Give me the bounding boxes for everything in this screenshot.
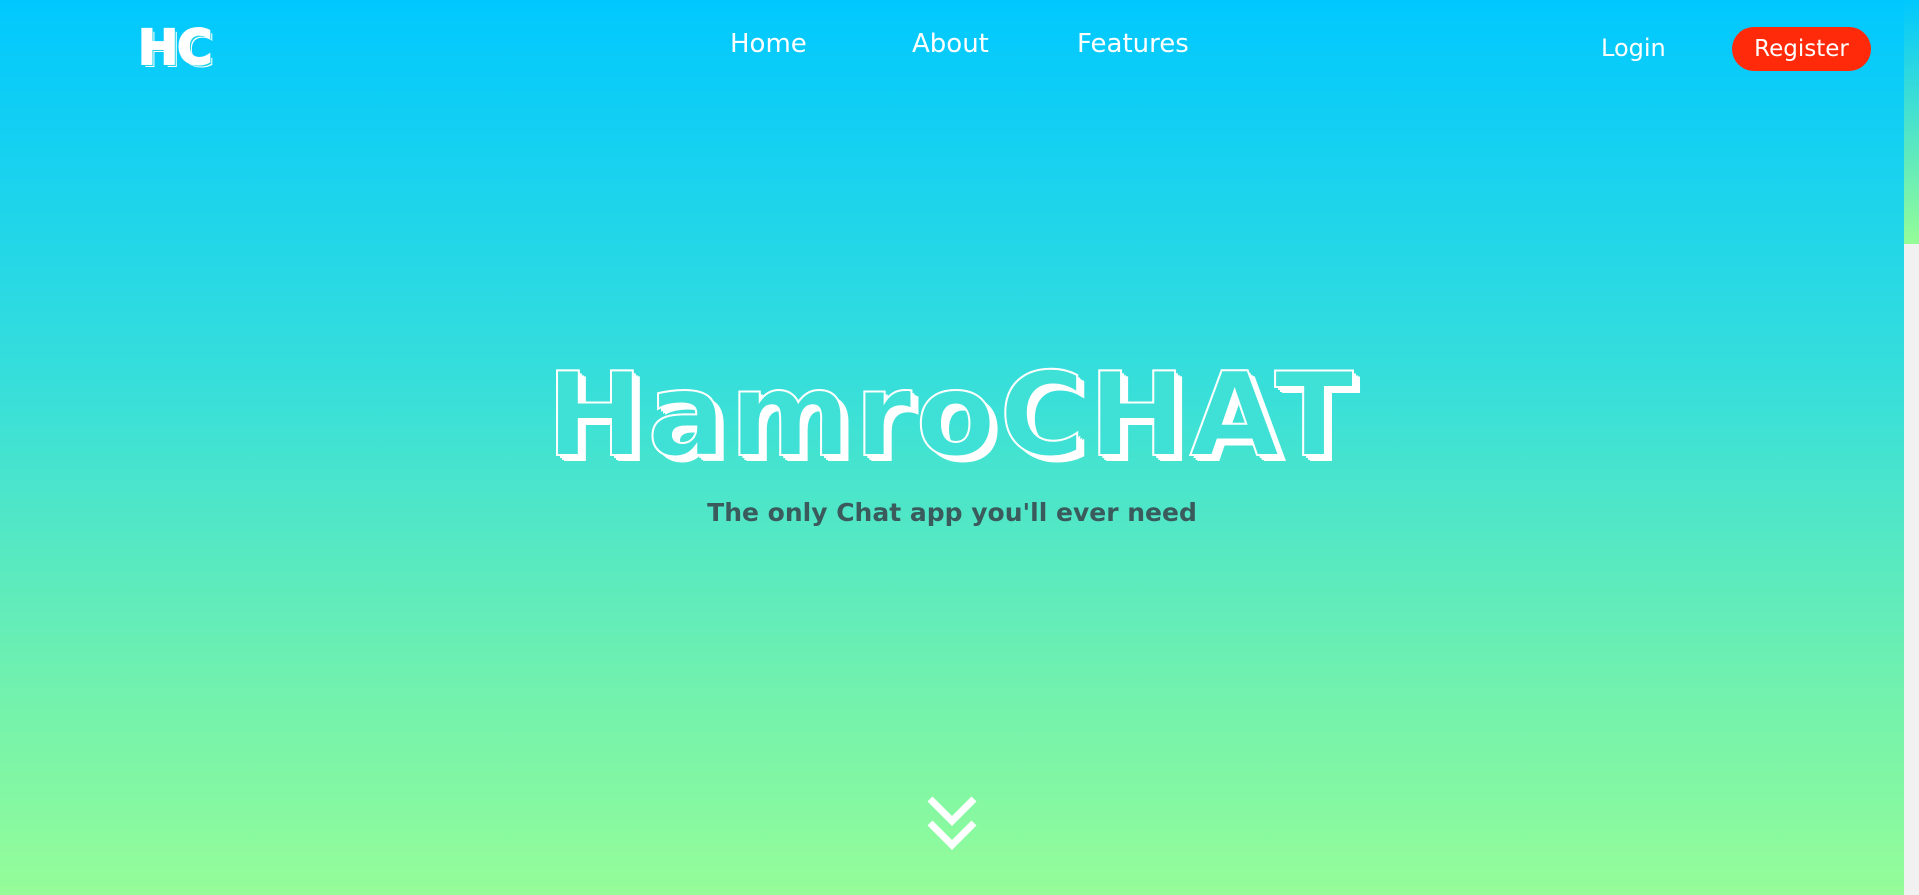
register-button[interactable]: Register (1732, 27, 1871, 71)
hero-section: HC Home About Features Login Register Ha… (0, 0, 1904, 895)
scrollbar-thumb[interactable] (1904, 0, 1919, 244)
hero-subtitle: The only Chat app you'll ever need (707, 498, 1197, 527)
page-scrollbar[interactable] (1904, 0, 1919, 895)
hero-title: HamroCHAT (545, 348, 1358, 483)
login-link[interactable]: Login (1601, 36, 1666, 60)
nav-features-link[interactable]: Features (1077, 31, 1189, 57)
double-chevron-down-icon[interactable] (926, 795, 978, 851)
logo[interactable]: HC (137, 23, 213, 73)
nav-home-link[interactable]: Home (730, 31, 807, 57)
nav-about-link[interactable]: About (912, 31, 989, 57)
